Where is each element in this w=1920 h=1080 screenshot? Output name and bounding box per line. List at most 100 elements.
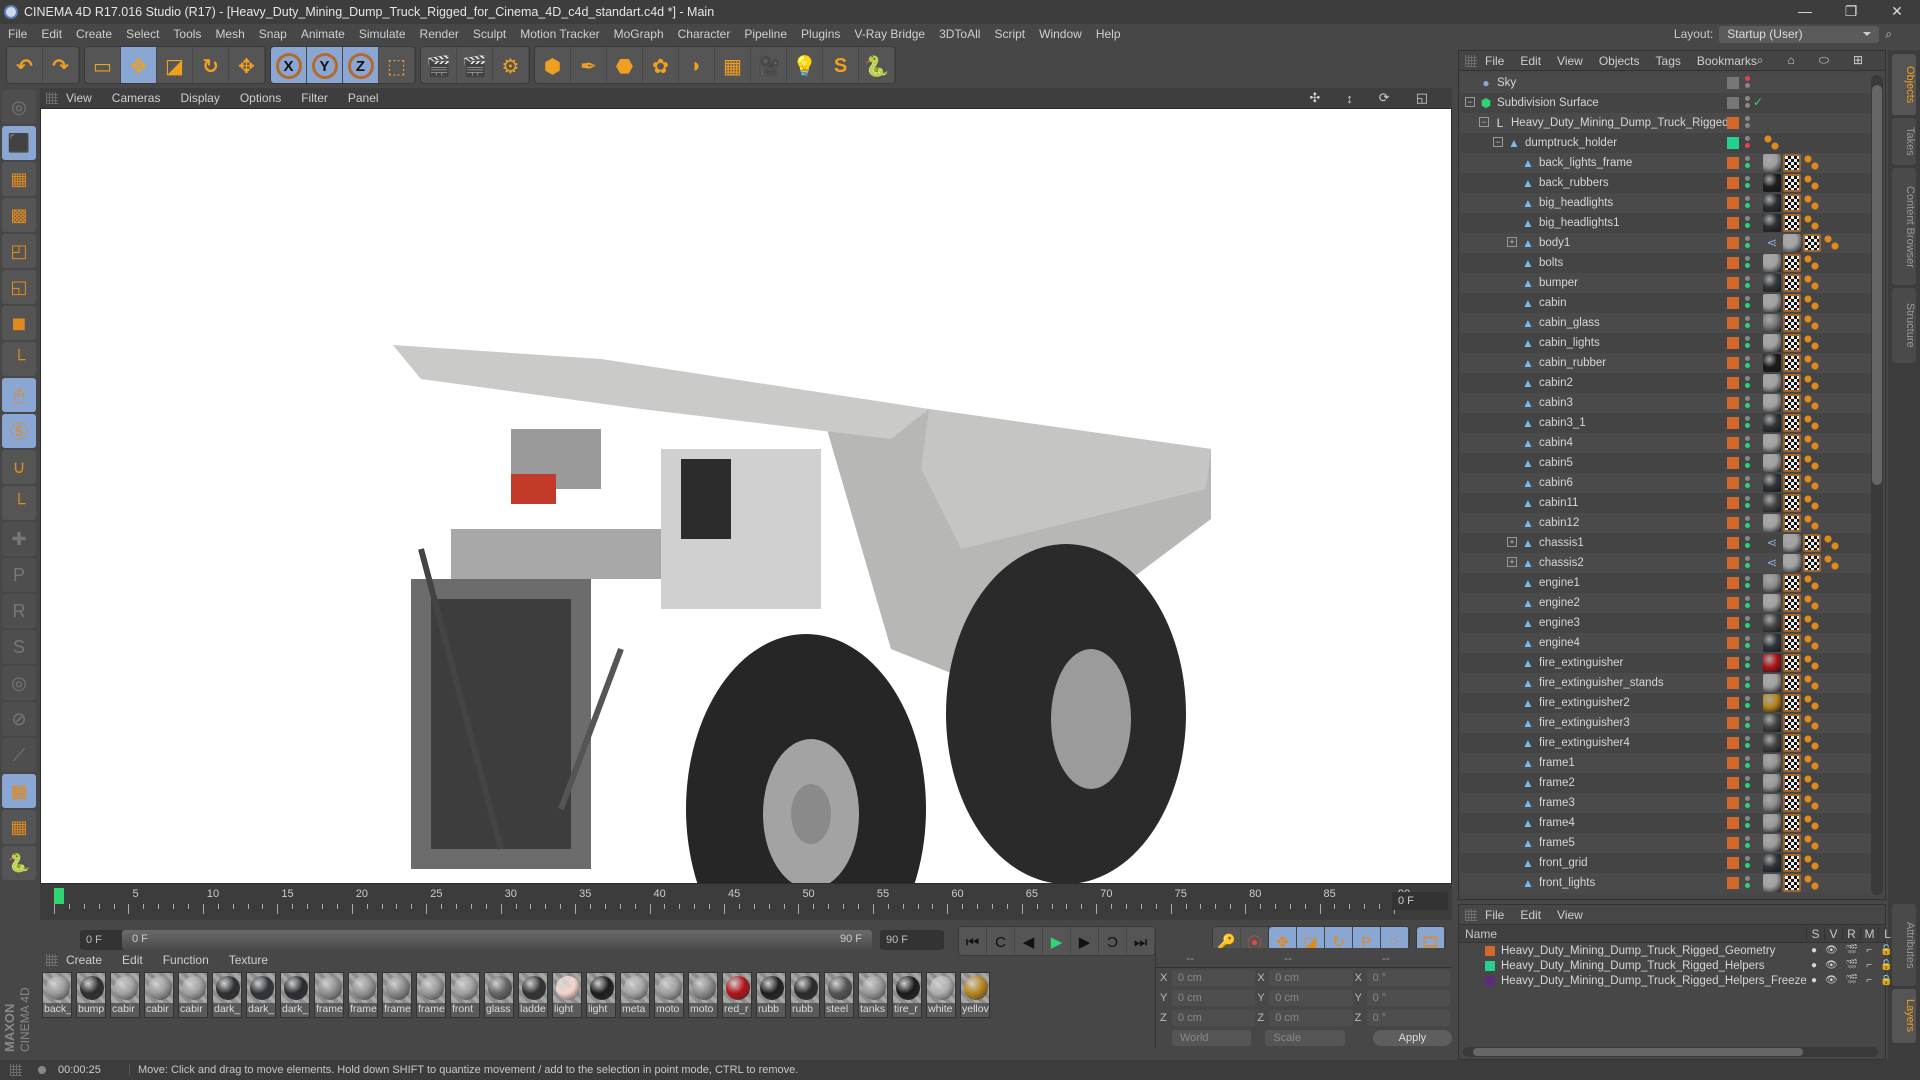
layer-color-swatch[interactable] xyxy=(1727,737,1739,749)
object-row[interactable]: ▲ cabin12 xyxy=(1461,513,1883,533)
material-swatch[interactable]: light xyxy=(552,972,582,1018)
object-row[interactable]: ▲ frame5 xyxy=(1461,833,1883,853)
maximize-view-icon[interactable]: ◱ xyxy=(1416,90,1428,106)
weight-tag-icon[interactable] xyxy=(1803,374,1821,392)
material-tag-icon[interactable] xyxy=(1763,394,1781,412)
object-row[interactable]: ▲ cabin5 xyxy=(1461,453,1883,473)
material-tag-icon[interactable] xyxy=(1763,374,1781,392)
object-name[interactable]: front_lights xyxy=(1539,873,1595,893)
snap-button[interactable]: ∪ xyxy=(2,450,36,484)
layer-color-swatch[interactable] xyxy=(1485,975,1495,986)
viewport-3d[interactable] xyxy=(40,108,1452,884)
points-mode-button[interactable]: ◰ xyxy=(2,234,36,268)
make-editable-button[interactable]: ◎ xyxy=(2,90,36,124)
weight-tag-icon[interactable] xyxy=(1803,634,1821,652)
visibility-dots[interactable] xyxy=(1745,576,1750,590)
uvw-tag-icon[interactable] xyxy=(1783,674,1801,692)
menu-3dtoall[interactable]: 3DToAll xyxy=(939,27,980,41)
uvw-tag-icon[interactable] xyxy=(1783,634,1801,652)
object-name[interactable]: engine1 xyxy=(1539,573,1580,593)
uvw-tag-icon[interactable] xyxy=(1803,234,1821,252)
material-swatch[interactable]: tire_r xyxy=(892,972,922,1018)
layer-color-swatch[interactable] xyxy=(1727,97,1739,109)
object-row[interactable]: ▲ frame4 xyxy=(1461,813,1883,833)
object-row[interactable]: ▲ fire_extinguisher2 xyxy=(1461,693,1883,713)
object-row[interactable]: ▲ back_lights_frame xyxy=(1461,153,1883,173)
visibility-dots[interactable] xyxy=(1745,476,1750,490)
material-swatch[interactable]: rubb xyxy=(756,972,786,1018)
weight-tag-icon[interactable] xyxy=(1803,834,1821,852)
weight-tag-icon[interactable] xyxy=(1823,554,1841,572)
material-swatch[interactable]: cabir xyxy=(110,972,140,1018)
visibility-dots[interactable] xyxy=(1745,516,1750,530)
restore-button[interactable]: ❐ xyxy=(1828,0,1874,24)
layer-color-swatch[interactable] xyxy=(1727,537,1739,549)
layer-name[interactable]: Heavy_Duty_Mining_Dump_Truck_Rigged_Help… xyxy=(1501,975,1807,987)
visibility-dots[interactable] xyxy=(1745,376,1750,390)
layer-color-swatch[interactable] xyxy=(1485,945,1495,956)
material-swatch[interactable]: yellov xyxy=(960,972,990,1018)
layer-menu-edit[interactable]: Edit xyxy=(1520,908,1541,922)
material-swatch[interactable]: bump xyxy=(76,972,106,1018)
weight-tag-icon[interactable] xyxy=(1803,454,1821,472)
floor-button[interactable]: ▦ xyxy=(715,47,751,83)
object-name[interactable]: body1 xyxy=(1539,233,1570,253)
uvw-tag-icon[interactable] xyxy=(1803,554,1821,572)
layer-color-swatch[interactable] xyxy=(1485,960,1495,971)
object-row[interactable]: ▲ cabin_lights xyxy=(1461,333,1883,353)
ik-p-button[interactable]: P xyxy=(2,558,36,592)
uvw-tag-icon[interactable] xyxy=(1783,814,1801,832)
layer-color-swatch[interactable] xyxy=(1727,757,1739,769)
menu-tools[interactable]: Tools xyxy=(173,27,201,41)
object-name[interactable]: front_grid xyxy=(1539,853,1588,873)
new-window-icon[interactable]: ⊞ xyxy=(1853,53,1863,68)
weight-tag-icon[interactable] xyxy=(1803,294,1821,312)
visibility-dots[interactable] xyxy=(1745,636,1750,650)
visibility-dots[interactable] xyxy=(1745,176,1750,190)
solo-icon[interactable]: ● xyxy=(1811,975,1817,986)
layer-column-m[interactable]: M xyxy=(1860,926,1878,941)
weight-tag-icon[interactable] xyxy=(1803,314,1821,332)
expand-toggle-icon[interactable]: + xyxy=(1507,557,1517,567)
material-swatch[interactable]: meta xyxy=(620,972,650,1018)
object-row[interactable]: ▲ fire_extinguisher_stands xyxy=(1461,673,1883,693)
material-swatch[interactable]: rubb xyxy=(790,972,820,1018)
ik-target-button[interactable]: ◎ xyxy=(2,666,36,700)
scale-button[interactable]: ◪ xyxy=(157,47,193,83)
enabled-check-icon[interactable]: ✓ xyxy=(1753,95,1763,109)
visibility-dots[interactable] xyxy=(1745,96,1750,110)
object-row[interactable]: ▲ fire_extinguisher3 xyxy=(1461,713,1883,733)
menu-sculpt[interactable]: Sculpt xyxy=(473,27,506,41)
object-row[interactable]: ▲ cabin11 xyxy=(1461,493,1883,513)
object-name[interactable]: cabin_rubber xyxy=(1539,353,1606,373)
menu-edit[interactable]: Edit xyxy=(41,27,62,41)
panel-grip-icon[interactable] xyxy=(1465,909,1477,921)
material-swatch[interactable]: light xyxy=(586,972,616,1018)
weight-tag-icon[interactable] xyxy=(1803,794,1821,812)
object-row[interactable]: ▲ bolts xyxy=(1461,253,1883,273)
material-swatch[interactable]: moto xyxy=(688,972,718,1018)
object-name[interactable]: cabin4 xyxy=(1539,433,1573,453)
material-swatch[interactable]: dark_ xyxy=(280,972,310,1018)
uvw-tag-icon[interactable] xyxy=(1783,294,1801,312)
redo-button[interactable]: ↷ xyxy=(43,47,79,83)
lock-icon[interactable]: 🔒 xyxy=(1880,975,1892,986)
layer-color-swatch[interactable] xyxy=(1727,197,1739,209)
layer-color-swatch[interactable] xyxy=(1727,877,1739,889)
menu-render[interactable]: Render xyxy=(420,27,459,41)
layer-name[interactable]: Heavy_Duty_Mining_Dump_Truck_Rigged_Geom… xyxy=(1501,945,1775,957)
layer-column-v[interactable]: V xyxy=(1824,926,1842,941)
weight-tag-icon[interactable] xyxy=(1803,334,1821,352)
uvw-tag-icon[interactable] xyxy=(1783,254,1801,272)
uvw-tag-icon[interactable] xyxy=(1783,154,1801,172)
material-tag-icon[interactable] xyxy=(1763,734,1781,752)
uvw-tag-icon[interactable] xyxy=(1783,494,1801,512)
position-y-field[interactable]: 0 cm xyxy=(1171,990,1256,1006)
object-name[interactable]: bumper xyxy=(1539,273,1578,293)
weight-tag-icon[interactable] xyxy=(1803,154,1821,172)
skin-tag-icon[interactable]: ⋖ xyxy=(1763,234,1781,252)
uvw-tag-icon[interactable] xyxy=(1783,754,1801,772)
visible-icon[interactable]: 👁 xyxy=(1825,945,1838,956)
uvw-tag-icon[interactable] xyxy=(1783,434,1801,452)
menu-select[interactable]: Select xyxy=(126,27,159,41)
